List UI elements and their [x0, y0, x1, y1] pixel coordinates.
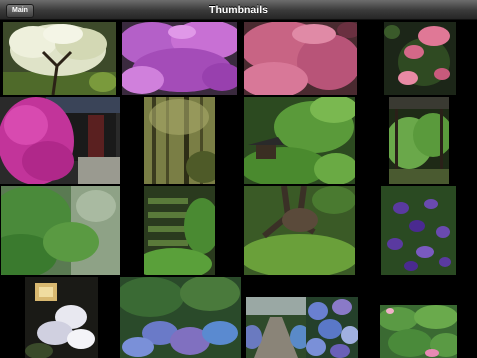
pink-rhododendron-image [384, 22, 456, 95]
lit-lantern-hydrangeas-image [25, 277, 98, 358]
thumbnail-green-maple-pagoda[interactable] [244, 97, 355, 184]
thumbnail-misty-green-forest[interactable] [1, 186, 120, 275]
lotus-leaves-pink-flower-image [380, 305, 457, 358]
thumbnail-bamboo-grove[interactable] [144, 97, 215, 184]
page-title: Thumbnails [209, 4, 268, 16]
thumbnail-magenta-azaleas-temple-gate[interactable] [0, 97, 120, 184]
thumbnail-blue-hydrangeas[interactable] [306, 297, 358, 358]
thumbnail-pink-rhododendron[interactable] [384, 22, 456, 95]
blue-hydrangea-path-image [120, 277, 241, 358]
purple-azaleas-image [122, 22, 237, 95]
navigation-bar: Main Thumbnails [0, 0, 477, 20]
thumbnail-purple-irises[interactable] [381, 186, 456, 275]
thumbnail-lotus-leaves-pink-flower[interactable] [380, 305, 457, 358]
thumbnail-grid [0, 20, 477, 358]
thumbnail-white-blossom-tree[interactable] [3, 22, 116, 95]
green-maple-pagoda-image [244, 97, 355, 184]
thumbnail-lit-lantern-hydrangeas[interactable] [25, 277, 98, 358]
magenta-azaleas-temple-gate-image [0, 97, 120, 184]
hydrangea-walkway-image [246, 297, 306, 358]
thumbnail-purple-azaleas[interactable] [122, 22, 237, 95]
pink-azaleas-image [244, 22, 357, 95]
temple-gate-green-image [389, 97, 449, 184]
thumbnail-pink-azaleas[interactable] [244, 22, 357, 95]
mossy-stone-steps-ferns-image [144, 186, 215, 275]
thumbnail-tree-roots-moss[interactable] [244, 186, 355, 275]
purple-irises-image [381, 186, 456, 275]
thumbnail-temple-gate-green[interactable] [389, 97, 449, 184]
tree-roots-moss-image [244, 186, 355, 275]
thumbnail-hydrangea-walkway[interactable] [246, 297, 306, 358]
misty-green-forest-image [1, 186, 120, 275]
bamboo-grove-image [144, 97, 215, 184]
blue-hydrangeas-image [306, 297, 358, 358]
thumbnail-mossy-stone-steps-ferns[interactable] [144, 186, 215, 275]
white-blossom-tree-image [3, 22, 116, 95]
thumbnail-blue-hydrangea-path[interactable] [120, 277, 241, 358]
